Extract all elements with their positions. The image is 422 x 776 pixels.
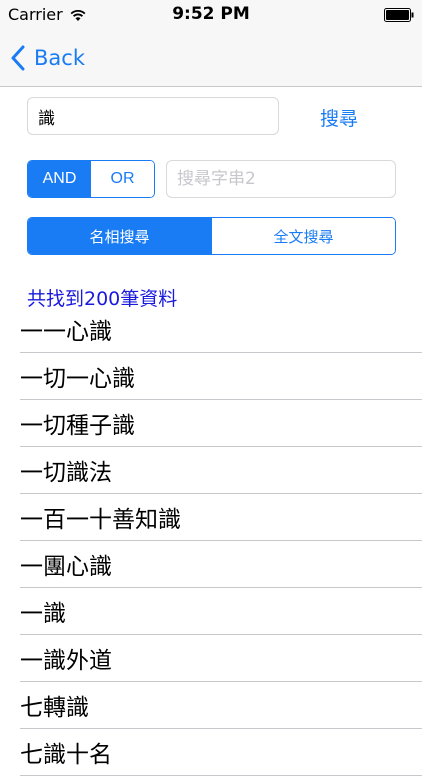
chevron-left-icon <box>11 45 25 71</box>
list-item[interactable]: 一一心識 <box>20 306 422 353</box>
and-segment[interactable]: AND <box>28 161 91 197</box>
list-item[interactable]: 一切識法 <box>20 447 422 494</box>
status-bar: Carrier 9:52 PM <box>0 0 422 30</box>
list-item[interactable]: 一識 <box>20 588 422 635</box>
list-item[interactable]: 一百一十善知識 <box>20 494 422 541</box>
search-mode-toggle: 名相搜尋 全文搜尋 <box>27 217 396 255</box>
search-input[interactable] <box>27 97 279 135</box>
list-item[interactable]: 一切種子識 <box>20 400 422 447</box>
fulltext-search-segment[interactable]: 全文搜尋 <box>211 218 395 254</box>
list-item[interactable]: 一切一心識 <box>20 353 422 400</box>
result-list: 一一心識 一切一心識 一切種子識 一切識法 一百一十善知識 一團心識 一識 一識… <box>0 306 422 776</box>
back-button[interactable]: Back <box>10 40 85 76</box>
list-item[interactable]: 一識外道 <box>20 635 422 682</box>
or-segment[interactable]: OR <box>91 161 154 197</box>
battery-icon <box>384 8 414 22</box>
status-time: 9:52 PM <box>172 4 250 24</box>
and-or-toggle: AND OR <box>27 160 155 198</box>
second-search-input[interactable] <box>166 160 396 198</box>
list-item[interactable]: 七識十名 <box>20 729 422 776</box>
name-search-segment[interactable]: 名相搜尋 <box>28 218 211 254</box>
back-label: Back <box>34 46 85 70</box>
list-item[interactable]: 一團心識 <box>20 541 422 588</box>
list-item[interactable]: 七轉識 <box>20 682 422 729</box>
navigation-bar: Back <box>0 30 422 87</box>
search-button[interactable]: 搜尋 <box>320 104 358 131</box>
